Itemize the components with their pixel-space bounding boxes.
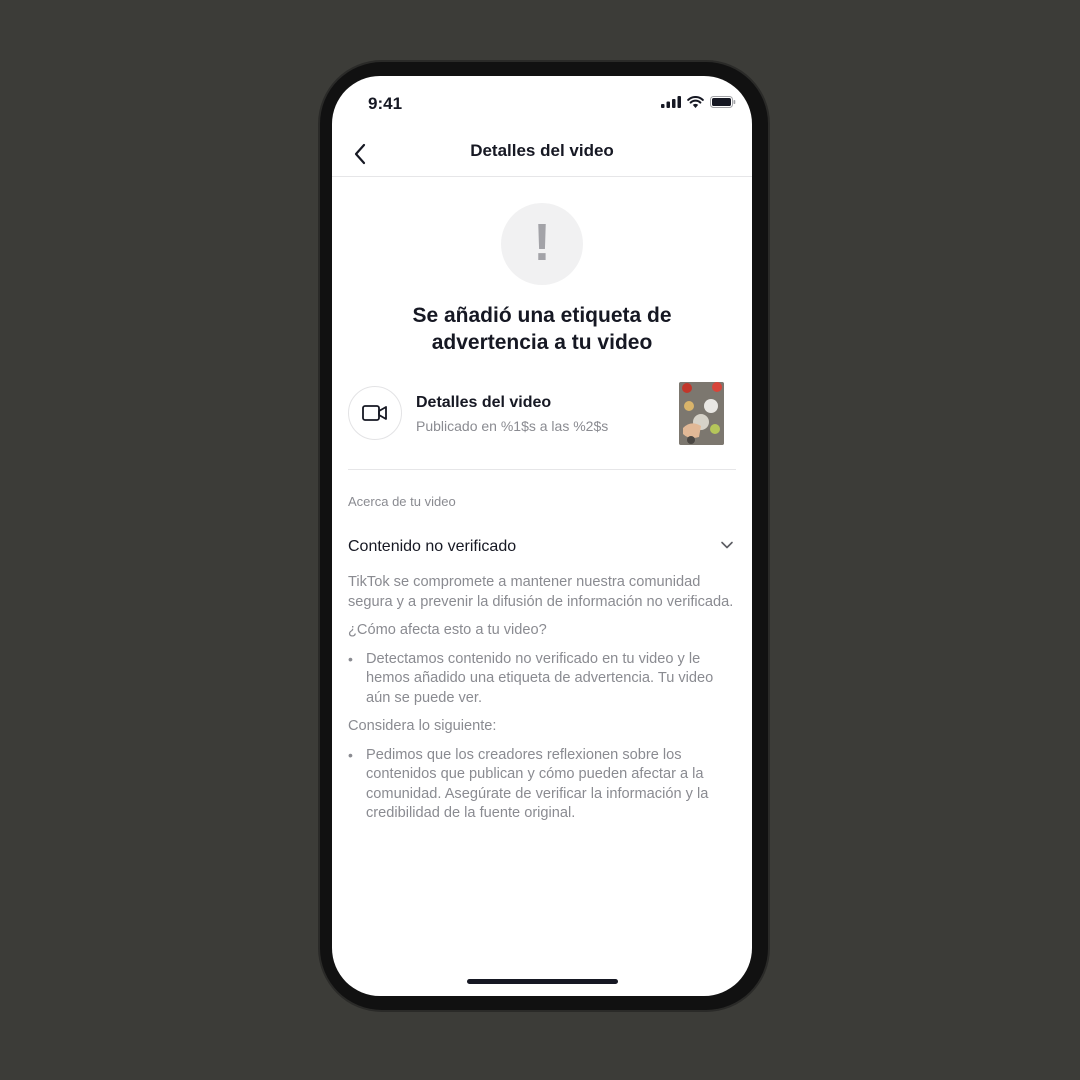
accordion-body: TikTok se compromete a mantener nuestra … xyxy=(348,573,738,833)
bullet-text: Pedimos que los creadores reflexionen so… xyxy=(366,746,709,822)
divider xyxy=(348,469,736,470)
video-thumbnail[interactable] xyxy=(679,382,724,445)
warning-headline: Se añadió una etiqueta de advertencia a … xyxy=(412,304,672,354)
warning-icon: ! xyxy=(501,203,583,285)
list-item: • Detectamos contenido no verificado en … xyxy=(348,650,738,709)
signal-icon xyxy=(661,96,681,108)
unverified-content-accordion[interactable]: Contenido no verificado xyxy=(348,532,736,562)
nav-bar: Detalles del video xyxy=(332,132,752,177)
status-icons xyxy=(661,96,736,108)
bullet-text: Detectamos contenido no verificado en tu… xyxy=(366,650,714,706)
accordion-title: Contenido no verificado xyxy=(348,538,517,555)
question-text: ¿Cómo afecta esto a tu video? xyxy=(348,622,547,638)
status-time: 9:41 xyxy=(368,94,403,113)
bullet-icon: • xyxy=(348,746,353,763)
section-label: Acerca de tu video xyxy=(348,494,456,509)
video-details-row[interactable]: Detalles del video Publicado en %1$s a l… xyxy=(348,382,736,450)
video-details-title: Detalles del video xyxy=(416,394,552,411)
consider-text: Considera lo siguiente: xyxy=(348,718,497,734)
video-camera-icon xyxy=(348,386,402,440)
battery-icon xyxy=(710,96,736,108)
chevron-down-icon xyxy=(721,541,733,549)
intro-paragraph: TikTok se compromete a mantener nuestra … xyxy=(348,574,734,610)
exclamation-mark: ! xyxy=(533,214,551,272)
wifi-icon xyxy=(687,96,704,108)
bullet-icon: • xyxy=(348,650,353,667)
video-published-text: Publicado en %1$s a las %2$s xyxy=(416,418,609,434)
list-item: • Pedimos que los creadores reflexionen … xyxy=(348,746,738,824)
home-indicator[interactable] xyxy=(467,979,618,984)
phone-screen: 9:41 Detalles del video ! Se añadió una … xyxy=(332,76,752,996)
status-bar: 9:41 xyxy=(332,76,752,132)
page-title: Detalles del video xyxy=(470,141,614,160)
